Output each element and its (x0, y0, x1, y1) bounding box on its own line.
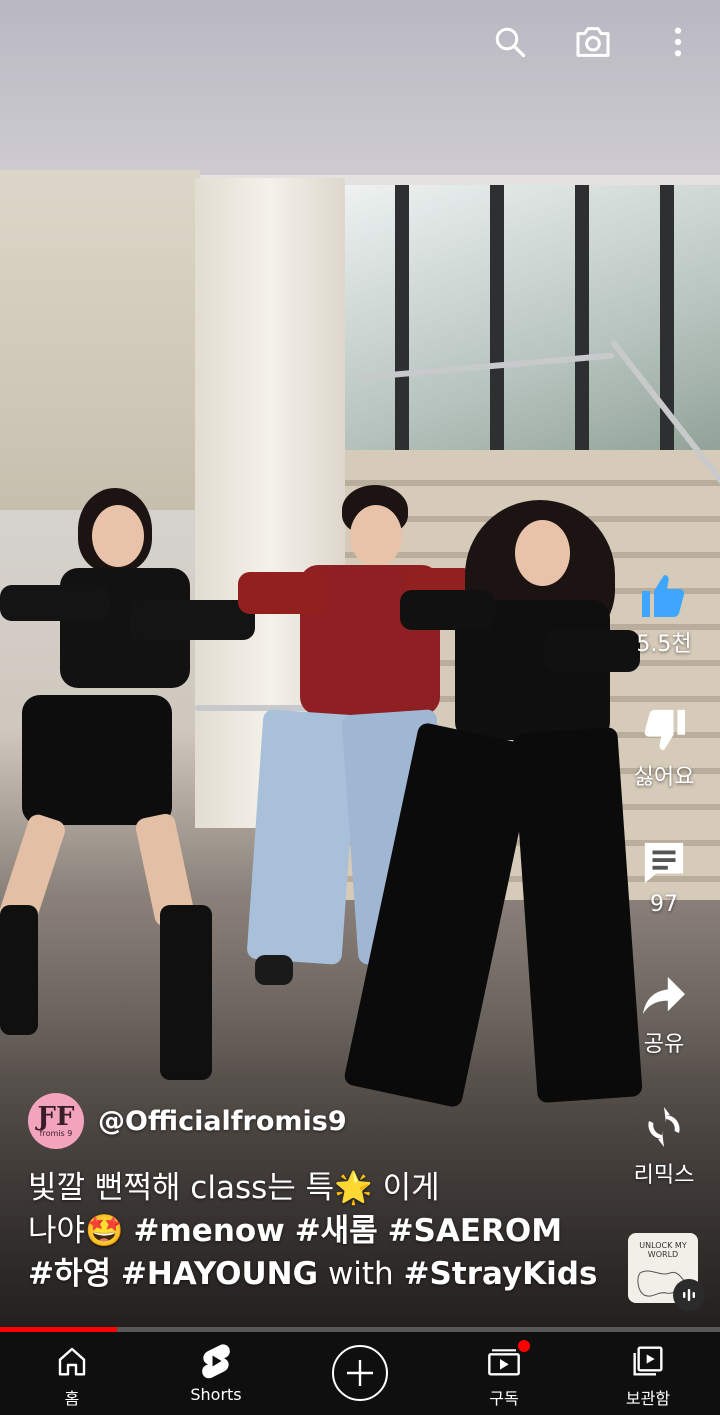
camera-icon (576, 27, 610, 57)
new-content-dot (518, 1340, 530, 1352)
sound-badge (673, 1279, 705, 1311)
remix-icon (640, 1103, 688, 1151)
sparkle-emoji: 🌟 (334, 1170, 373, 1206)
dislike-icon (640, 705, 688, 753)
share-label: 공유 (643, 1032, 685, 1057)
avatar-subtext: fromis 9 (39, 1128, 73, 1138)
channel-info[interactable]: ƑF fromis 9 @Officialfromis9 (28, 1093, 347, 1149)
home-icon (56, 1344, 88, 1378)
caption-text: 이게 (372, 1170, 440, 1206)
nav-library[interactable]: 보관함 (576, 1332, 720, 1415)
subscriptions-icon (486, 1340, 530, 1378)
dislike-label: 싫어요 (633, 765, 695, 790)
avatar-logo: ƑF (37, 1101, 75, 1132)
like-icon (640, 572, 688, 620)
share-icon (640, 972, 688, 1020)
nav-subscriptions[interactable]: 구독 (432, 1332, 576, 1415)
comment-count: 97 (650, 892, 678, 917)
comments-button[interactable]: 97 (624, 838, 704, 917)
audio-wave-icon (683, 1289, 695, 1301)
video-mullion (490, 185, 504, 475)
search-icon (495, 27, 526, 58)
hashtag-saerom-kr[interactable]: #새롬 (295, 1213, 378, 1249)
star-eyes-emoji: 🤩 (85, 1213, 124, 1249)
dislike-button[interactable]: 싫어요 (624, 705, 704, 791)
video-caption[interactable]: 빛깔 뻔쩍해 class는 특🌟 이게 나야🤩 #menow #새롬 #SAER… (28, 1167, 598, 1296)
nav-create[interactable] (288, 1332, 432, 1415)
share-button[interactable]: 공유 (624, 972, 704, 1058)
more-button[interactable] (658, 22, 698, 62)
camera-button[interactable] (573, 22, 613, 62)
comment-icon (640, 838, 688, 886)
more-vert-icon (674, 27, 682, 57)
nav-shorts[interactable]: Shorts (144, 1332, 288, 1415)
caption-text: 빛깔 뻔쩍해 class는 특 (28, 1170, 335, 1206)
bottom-nav: 홈 Shorts 구독 보관함 (0, 1332, 720, 1415)
like-button[interactable]: 5.5천 (624, 572, 704, 658)
library-icon (631, 1344, 665, 1378)
nav-shorts-label: Shorts (190, 1385, 242, 1404)
sound-thumbnail-text: UNLOCK MY WORLD (639, 1241, 687, 1259)
video-mullion (660, 185, 674, 475)
nav-home-label: 홈 (64, 1389, 80, 1408)
nav-subscriptions-label: 구독 (489, 1389, 519, 1408)
avatar[interactable]: ƑF fromis 9 (28, 1093, 84, 1149)
hashtag-menow[interactable]: #menow (134, 1213, 285, 1249)
video-mullion (575, 185, 589, 475)
hashtag-hayoung-kr[interactable]: #하영 (28, 1256, 111, 1292)
remix-button[interactable]: 리믹스 (624, 1103, 704, 1189)
nav-home[interactable]: 홈 (0, 1332, 144, 1415)
shorts-icon (200, 1344, 232, 1379)
channel-handle[interactable]: @Officialfromis9 (98, 1106, 347, 1137)
add-icon (331, 1344, 389, 1402)
video-wall (0, 170, 200, 510)
caption-text: 나야 (28, 1213, 86, 1249)
hashtag-saerom[interactable]: #SAEROM (388, 1213, 563, 1249)
nav-library-label: 보관함 (625, 1389, 671, 1408)
video-mullion (395, 185, 409, 475)
search-button[interactable] (490, 22, 530, 62)
remix-label: 리믹스 (633, 1163, 695, 1188)
like-count: 5.5천 (636, 632, 692, 657)
hashtag-hayoung[interactable]: #HAYOUNG (121, 1256, 318, 1292)
caption-with: with (327, 1256, 394, 1292)
hashtag-straykids[interactable]: #StrayKids (404, 1256, 598, 1292)
